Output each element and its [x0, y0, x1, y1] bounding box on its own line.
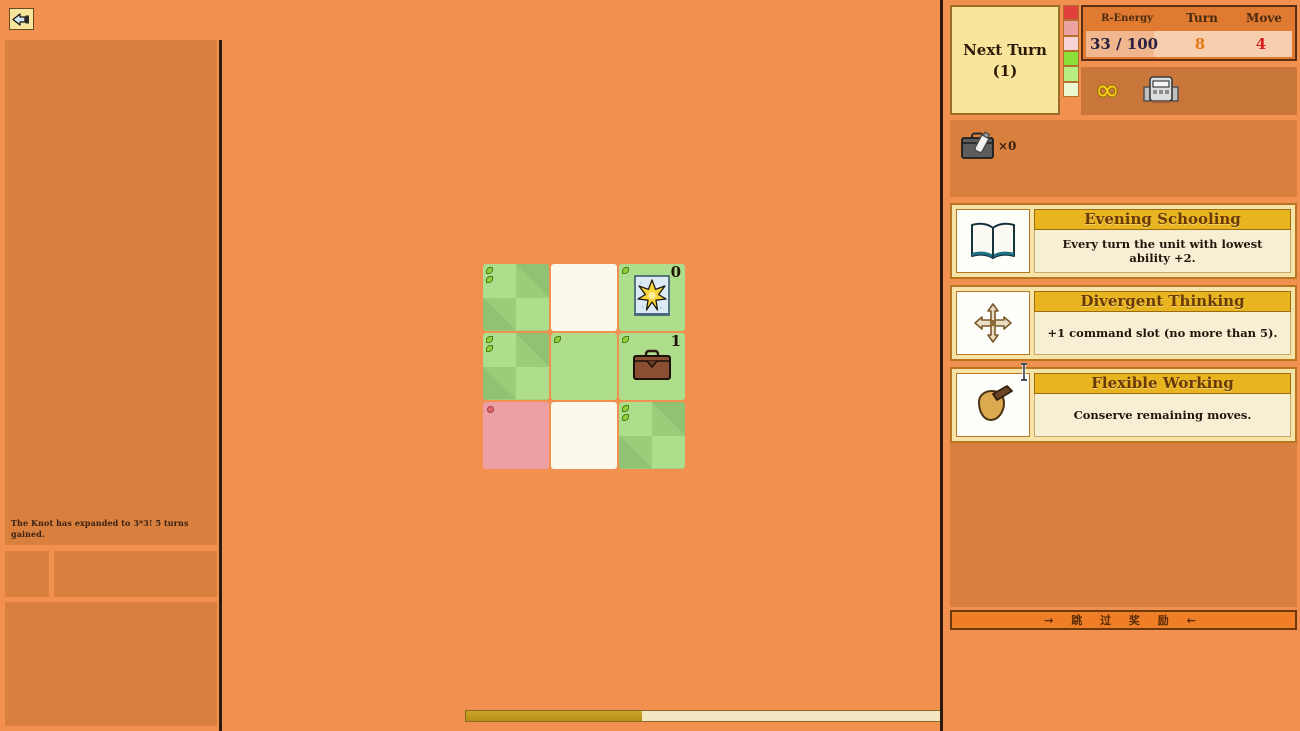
card-description: Every turn the unit with lowest ability …: [1034, 230, 1291, 273]
card-body: Evening Schooling Every turn the unit wi…: [1034, 209, 1291, 273]
tile-checker-pattern: [483, 333, 549, 400]
briefcase-icon: [632, 349, 672, 385]
card-title: Flexible Working: [1034, 373, 1291, 394]
machine-icon[interactable]: [1142, 73, 1180, 109]
infinity-icon[interactable]: ∞: [1095, 76, 1120, 106]
board-tile[interactable]: [551, 402, 617, 469]
game-board: 0 1: [483, 264, 685, 469]
board-tile[interactable]: 1: [619, 333, 685, 400]
board-tile[interactable]: [483, 402, 549, 469]
color-swatch-strip: [1063, 5, 1079, 97]
board-stage: 0 1: [225, 0, 1145, 731]
stats-header-energy: R-Energy: [1101, 12, 1153, 24]
open-book-icon: [971, 222, 1015, 259]
board-tile[interactable]: [483, 264, 549, 331]
card-icon-slot: [956, 373, 1030, 437]
game-screen: The Knot has expanded to 3*3! 5 turns ga…: [0, 0, 1300, 731]
tile-number: 0: [670, 264, 681, 281]
card-icon-slot: [956, 209, 1030, 273]
stats-header-move: Move: [1246, 11, 1282, 25]
next-turn-label: Next Turn: [963, 40, 1047, 59]
swatch-0: [1063, 5, 1079, 21]
back-button[interactable]: [9, 8, 34, 30]
skip-reward-button[interactable]: → 跳 过 奖 励 ←: [950, 610, 1297, 630]
event-log-message: The Knot has expanded to 3*3! 5 turns ga…: [11, 518, 189, 539]
stats-value-row: 33 / 100 8 4: [1086, 31, 1292, 57]
right-empty-panel: [950, 443, 1297, 607]
sun-poster-icon: [633, 274, 671, 322]
reward-card[interactable]: Flexible Working Conserve remaining move…: [950, 367, 1297, 443]
board-tile[interactable]: [551, 333, 617, 400]
stats-panel: R-Energy Turn Move 33 / 100 8 4: [1081, 5, 1297, 61]
card-body: Flexible Working Conserve remaining move…: [1034, 373, 1291, 437]
left-toolbar: [0, 0, 222, 40]
right-panel: Next Turn (1) R-Energy Turn Move 33 / 10…: [940, 0, 1300, 731]
left-slot-a[interactable]: [5, 551, 49, 597]
reward-card-list: Evening Schooling Every turn the unit wi…: [950, 203, 1297, 449]
card-description: +1 command slot (no more than 5).: [1034, 312, 1291, 355]
progress-bar-fill: [466, 711, 643, 721]
reward-card[interactable]: Evening Schooling Every turn the unit wi…: [950, 203, 1297, 279]
inventory-item[interactable]: ×0: [960, 130, 1016, 162]
left-bottom-panel[interactable]: [5, 602, 217, 726]
swatch-3: [1063, 50, 1079, 67]
turn-value: 8: [1194, 35, 1206, 53]
next-turn-count: (1): [992, 61, 1018, 80]
board-tile[interactable]: [483, 333, 549, 400]
stats-header-row: R-Energy Turn Move: [1083, 7, 1295, 29]
swatch-1: [1063, 20, 1079, 36]
leaf-icon: [622, 267, 629, 274]
left-panel: The Knot has expanded to 3*3! 5 turns ga…: [0, 0, 222, 731]
stats-header-turn: Turn: [1186, 11, 1218, 25]
leaf-icon: [622, 336, 629, 343]
back-arrow-icon: [12, 12, 29, 26]
acorn-icon: [978, 385, 1013, 421]
right-footer: [950, 636, 1297, 726]
inventory-panel: ×0: [950, 120, 1297, 197]
token-panel: ∞: [1081, 67, 1297, 115]
red-marker-icon: [487, 406, 494, 413]
tile-checker-pattern: [619, 402, 685, 469]
move-value: 4: [1255, 35, 1267, 53]
inventory-count: ×0: [998, 139, 1017, 153]
card-body: Divergent Thinking +1 command slot (no m…: [1034, 291, 1291, 355]
left-slot-b[interactable]: [54, 551, 217, 597]
energy-value: 33 / 100: [1090, 35, 1159, 53]
toolbox-icon: [961, 131, 994, 159]
swatch-2: [1063, 35, 1079, 51]
board-tile[interactable]: [619, 402, 685, 469]
card-description: Conserve remaining moves.: [1034, 394, 1291, 437]
event-log-panel[interactable]: The Knot has expanded to 3*3! 5 turns ga…: [5, 40, 217, 545]
swatch-4: [1063, 66, 1079, 82]
board-tile[interactable]: [551, 264, 617, 331]
tile-checker-pattern: [483, 264, 549, 331]
card-title: Divergent Thinking: [1034, 291, 1291, 312]
four-way-arrows-icon: [974, 303, 1012, 343]
card-title: Evening Schooling: [1034, 209, 1291, 230]
leaf-icon: [554, 336, 561, 343]
left-slot-row: [5, 551, 217, 597]
card-icon-slot: [956, 291, 1030, 355]
swatch-5: [1063, 81, 1079, 97]
reward-card[interactable]: Divergent Thinking +1 command slot (no m…: [950, 285, 1297, 361]
tile-number: 1: [670, 333, 681, 350]
next-turn-button[interactable]: Next Turn (1): [950, 5, 1060, 115]
board-tile[interactable]: 0: [619, 264, 685, 331]
